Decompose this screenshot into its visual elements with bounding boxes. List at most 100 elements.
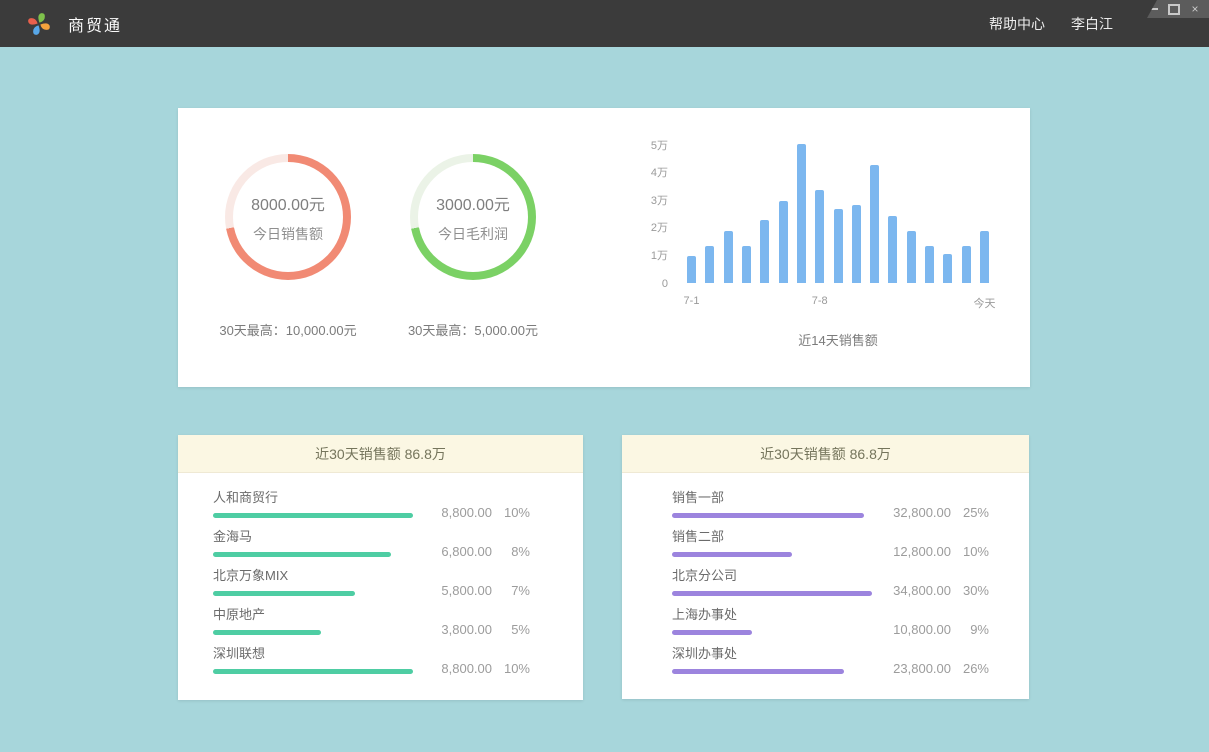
customer-sales-rank-card: 近30天销售额 86.8万 人和商贸行8,800.0010% 金海马6,800.0… xyxy=(178,435,583,700)
minimize-icon[interactable] xyxy=(1147,3,1159,15)
sales-bar xyxy=(888,216,897,283)
rank-row: 销售二部12,800.0010% xyxy=(672,530,989,557)
rank-row-bar xyxy=(213,630,321,635)
rank-row-percent: 25% xyxy=(951,505,989,520)
rank-row: 人和商贸行8,800.0010% xyxy=(213,491,530,518)
sales-bar xyxy=(705,246,714,283)
rank-row-bar xyxy=(672,630,752,635)
sales-bar xyxy=(760,220,769,283)
rank-row-amount: 34,800.00 xyxy=(893,583,951,598)
rank-row-label: 北京万象MIX xyxy=(213,565,441,584)
rank-row-bar xyxy=(213,591,355,596)
y-tick-label: 1万 xyxy=(651,247,668,263)
rank-rows: 销售一部32,800.0025% 销售二部12,800.0010% 北京分公司34,… xyxy=(622,473,1029,674)
rank-row: 深圳办事处23,800.0026% xyxy=(672,647,989,674)
rank-row-amount: 8,800.00 xyxy=(441,505,492,520)
y-tick-label: 3万 xyxy=(651,192,668,208)
rank-row-bar xyxy=(672,552,792,557)
rank-row: 金海马6,800.008% xyxy=(213,530,530,557)
rank-row-label: 上海办事处 xyxy=(672,604,893,623)
x-tick-label: 7-8 xyxy=(812,295,828,307)
rank-row-percent: 9% xyxy=(951,622,989,637)
x-tick-label: 7-1 xyxy=(684,295,700,307)
sales-bar xyxy=(815,190,824,284)
rank-row-percent: 8% xyxy=(492,544,530,559)
sales-bar xyxy=(980,231,989,283)
close-icon[interactable]: × xyxy=(1189,3,1201,15)
rank-row-value: 32,800.0025% xyxy=(893,505,989,520)
rank-row-amount: 32,800.00 xyxy=(893,505,951,520)
rank-row-amount: 12,800.00 xyxy=(893,544,951,559)
rank-row-percent: 5% xyxy=(492,622,530,637)
rank-card-title: 近30天销售额 86.8万 xyxy=(178,435,583,473)
sales-bar xyxy=(742,246,751,283)
rank-row-label: 金海马 xyxy=(213,526,441,545)
rank-row-label: 深圳办事处 xyxy=(672,643,893,662)
sales-bar xyxy=(870,165,879,283)
rank-row-bar xyxy=(672,513,864,518)
rank-row-bar xyxy=(672,591,872,596)
rank-row-value: 5,800.007% xyxy=(441,583,530,598)
rank-row-label: 销售一部 xyxy=(672,487,893,506)
today-sales-max-caption: 30天最高：10,000.00元 xyxy=(219,320,356,339)
bar-chart xyxy=(687,143,989,283)
user-menu[interactable]: 李白江 xyxy=(1071,14,1113,34)
rank-row-value: 10,800.009% xyxy=(893,622,989,637)
today-profit-max-caption: 30天最高：5,000.00元 xyxy=(408,320,538,339)
rank-row: 销售一部32,800.0025% xyxy=(672,491,989,518)
bar-chart-caption: 近14天销售额 xyxy=(687,330,989,349)
rank-row-amount: 3,800.00 xyxy=(441,622,492,637)
rank-row-value: 3,800.005% xyxy=(441,622,530,637)
rank-row-value: 8,800.0010% xyxy=(441,505,530,520)
rank-row-value: 8,800.0010% xyxy=(441,661,530,676)
app-logo-icon xyxy=(26,11,52,37)
sales-bar xyxy=(962,246,971,283)
y-tick-label: 2万 xyxy=(651,219,668,235)
rank-row-label: 深圳联想 xyxy=(213,643,441,662)
rank-row: 上海办事处10,800.009% xyxy=(672,608,989,635)
rank-row-amount: 10,800.00 xyxy=(893,622,951,637)
rank-row-percent: 10% xyxy=(492,505,530,520)
window-controls: × xyxy=(1147,0,1209,18)
today-profit-value: 3000.00元 xyxy=(436,191,510,215)
rank-row: 北京万象MIX5,800.007% xyxy=(213,569,530,596)
rank-row-percent: 30% xyxy=(951,583,989,598)
rank-row-value: 12,800.0010% xyxy=(893,544,989,559)
rank-row-bar xyxy=(213,669,413,674)
today-profit-donut-block: 3000.00元 今日毛利润 30天最高：5,000.00元 xyxy=(388,154,558,339)
today-sales-donut: 8000.00元 今日销售额 xyxy=(225,154,351,280)
rank-row-percent: 26% xyxy=(951,661,989,676)
sales-bar xyxy=(687,256,696,284)
rank-row-bar xyxy=(213,552,391,557)
department-sales-rank-card: 近30天销售额 86.8万 销售一部32,800.0025% 销售二部12,800… xyxy=(622,435,1029,699)
rank-row-value: 23,800.0026% xyxy=(893,661,989,676)
rank-row-label: 中原地产 xyxy=(213,604,441,623)
rank-row-value: 6,800.008% xyxy=(441,544,530,559)
y-tick-label: 4万 xyxy=(651,164,668,180)
titlebar: 商贸通 帮助中心 李白江 × xyxy=(0,0,1209,47)
rank-row-label: 北京分公司 xyxy=(672,565,893,584)
sales-bar xyxy=(925,246,934,283)
rank-row-bar xyxy=(672,669,844,674)
bar-chart-x-axis: 7-17-8今天 xyxy=(687,295,989,311)
maximize-icon[interactable] xyxy=(1168,3,1180,15)
rank-row: 北京分公司34,800.0030% xyxy=(672,569,989,596)
today-sales-donut-block: 8000.00元 今日销售额 30天最高：10,000.00元 xyxy=(203,154,373,339)
today-sales-value: 8000.00元 xyxy=(251,191,325,215)
sales-bar xyxy=(834,209,843,283)
rank-row-percent: 7% xyxy=(492,583,530,598)
rank-row-amount: 5,800.00 xyxy=(441,583,492,598)
rank-row-percent: 10% xyxy=(951,544,989,559)
y-tick-label: 0 xyxy=(662,278,668,290)
rank-rows: 人和商贸行8,800.0010%金海马6,800.008%北京万象MIX5,80… xyxy=(178,473,583,674)
x-tick-label: 今天 xyxy=(974,295,996,311)
rank-row-value: 34,800.0030% xyxy=(893,583,989,598)
sales-bar xyxy=(779,201,788,284)
today-profit-donut: 3000.00元 今日毛利润 xyxy=(410,154,536,280)
app-title: 商贸通 xyxy=(68,12,122,36)
overview-card: 8000.00元 今日销售额 30天最高：10,000.00元 3000.00元… xyxy=(178,108,1030,387)
rank-card-title: 近30天销售额 86.8万 xyxy=(622,435,1029,473)
help-center-link[interactable]: 帮助中心 xyxy=(989,14,1045,34)
today-profit-label: 今日毛利润 xyxy=(438,224,508,244)
bar-chart-y-axis: 01万2万3万4万5万 xyxy=(608,143,668,284)
